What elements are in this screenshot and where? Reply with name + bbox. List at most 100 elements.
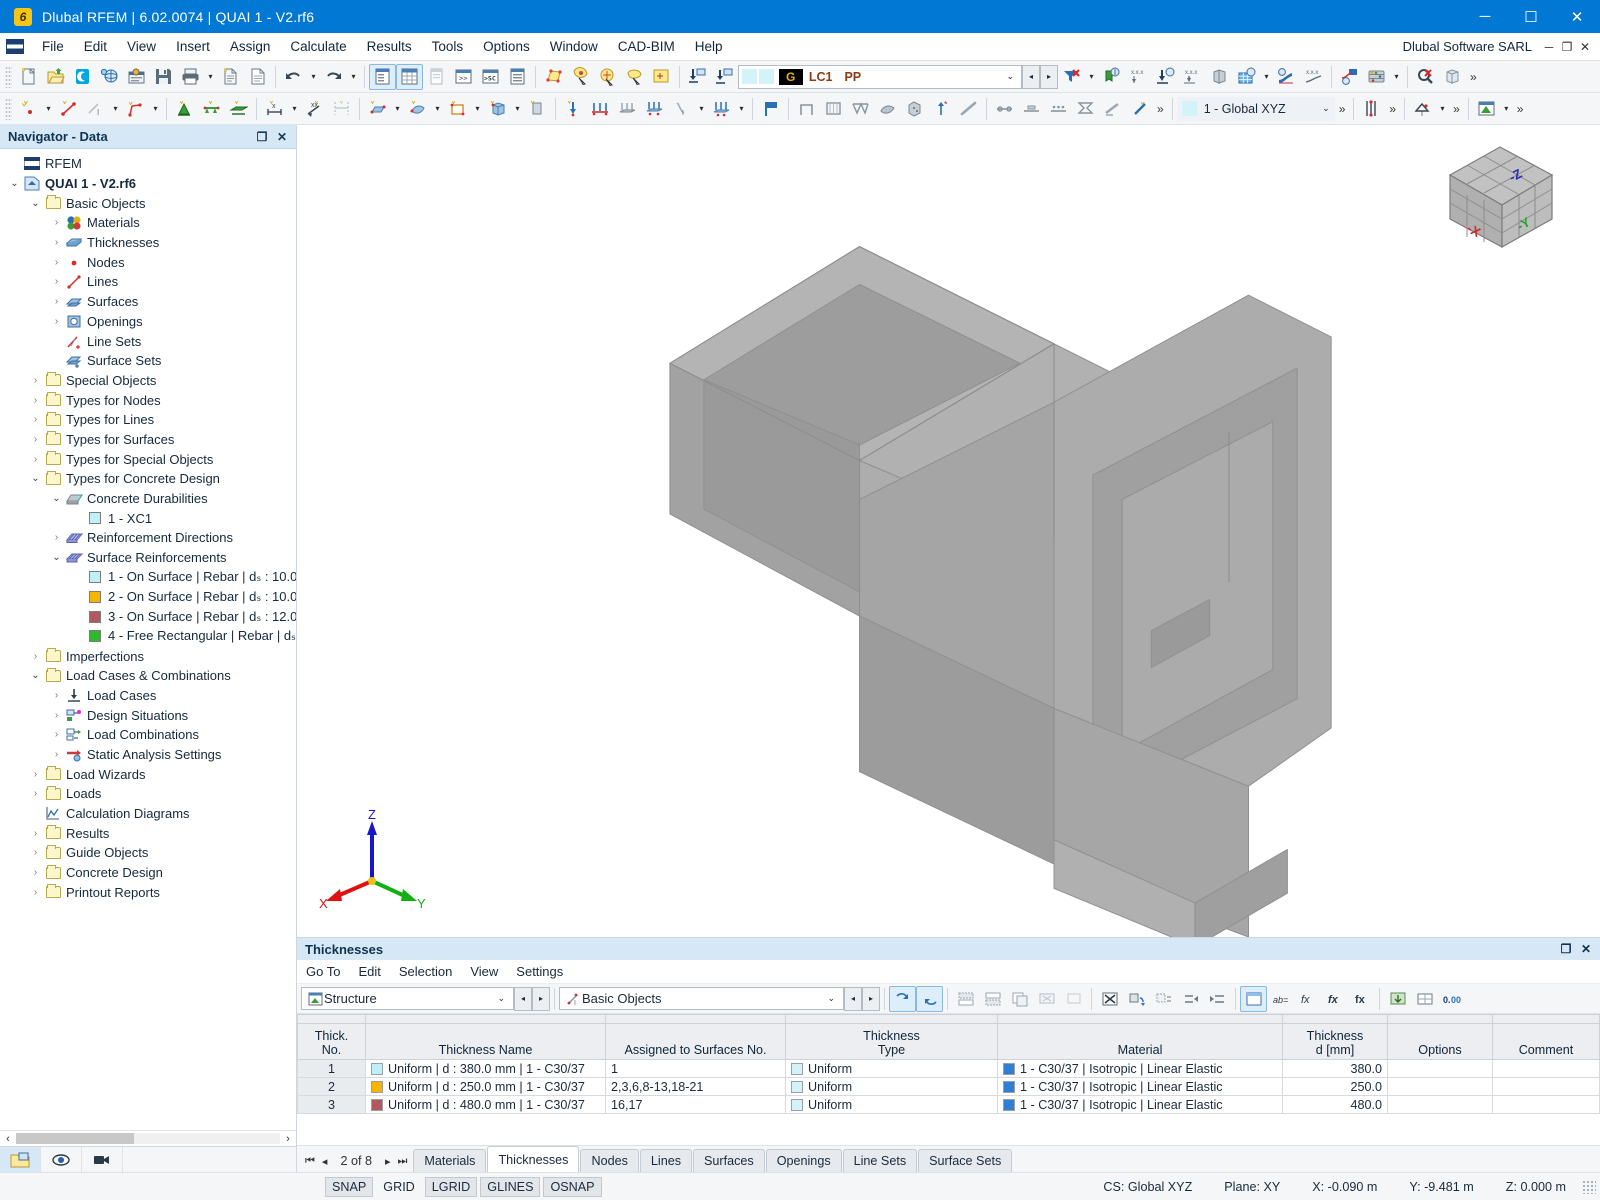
navigator-tree[interactable]: RFEM⌄QUAI 1 - V2.rf6⌄Basic Objects›Mater… [0,149,296,1130]
toolbar2-overflow-chevron-5[interactable]: » [1513,102,1528,116]
chevron-right-icon[interactable]: › [28,395,43,406]
member-eccentricity-button[interactable] [1018,96,1045,122]
export-table-button[interactable] [1384,986,1411,1012]
pager-last-button[interactable]: ⏭ [397,1155,407,1168]
load-case-combo[interactable]: G LC1 PP ⌄ [738,65,1022,89]
navigator-scroll-thumb[interactable] [16,1133,134,1144]
snap-toggle-group[interactable]: SNAPGRIDLGRIDGLINESOSNAP [297,1177,602,1197]
filter-dropdown-caret[interactable]: ▾ [1085,72,1098,81]
table-panel-undock-button[interactable]: ❐ [1556,942,1576,956]
menu-item-help[interactable]: Help [685,35,733,58]
show-navigator-button[interactable] [369,64,396,90]
new-solid-button[interactable] [484,96,511,122]
menu-item-window[interactable]: Window [540,35,608,58]
show-info-panel-button[interactable] [423,64,450,90]
tree-item-static-analysis-settings[interactable]: ›Static Analysis Settings [0,745,296,765]
chevron-right-icon[interactable]: › [28,651,43,662]
new-surface-button[interactable] [364,96,391,122]
new-line-type-caret[interactable]: ▾ [109,104,122,113]
window-close-button[interactable]: ✕ [1554,0,1600,33]
toolbar2-overflow-chevron[interactable]: » [1153,102,1168,116]
structure-prev-button[interactable]: ◂ [514,987,532,1011]
cell-thickness-type[interactable]: Uniform [786,1096,998,1114]
sheet-tab-surface-sets[interactable]: Surface Sets [918,1149,1012,1172]
chevron-down-icon[interactable]: ⌄ [1322,103,1330,114]
show-deformation-button[interactable] [1273,64,1300,90]
new-opening-caret[interactable]: ▾ [471,104,484,113]
cloud-connect-button[interactable] [69,64,96,90]
tree-item-rfem[interactable]: RFEM [0,154,296,174]
formula-fx-button[interactable]: fx [1294,986,1321,1012]
menu-item-view[interactable]: View [117,35,166,58]
load-wizard-caret[interactable]: ▾ [695,104,708,113]
mdi-minimize-button[interactable]: ─ [1540,40,1558,54]
snap-toggle-osnap[interactable]: OSNAP [543,1177,601,1197]
member-division-button[interactable] [1045,96,1072,122]
resize-grip-icon[interactable] [1582,1180,1596,1194]
load-wizard-button[interactable]: I [668,96,695,122]
new-surface-caret[interactable]: ▾ [391,104,404,113]
surface-load-button[interactable] [614,96,641,122]
scroll-left-arrow-icon[interactable]: ‹ [0,1133,16,1145]
dimension-linear-button[interactable]: x [261,96,288,122]
select-circular-button[interactable] [594,64,621,90]
render-solid-button[interactable] [1206,64,1233,90]
menu-item-results[interactable]: Results [357,35,422,58]
wall-generator-button[interactable] [820,96,847,122]
mdi-close-button[interactable]: ✕ [1576,40,1594,54]
chevron-right-icon[interactable]: › [49,690,64,701]
snap-toggle-glines[interactable]: GLINES [480,1177,540,1197]
chevron-right-icon[interactable]: › [28,847,43,858]
navigator-tab-data[interactable] [0,1147,41,1173]
new-solid-caret[interactable]: ▾ [511,104,524,113]
snap-toggle-snap[interactable]: SNAP [325,1177,373,1197]
chevron-right-icon[interactable]: › [28,414,43,425]
calculation-button[interactable] [1363,64,1390,90]
cell-options[interactable] [1388,1078,1493,1096]
chevron-down-icon[interactable]: ⌄ [49,493,64,504]
pager-first-button[interactable]: ⏮ [305,1155,315,1168]
thicknesses-table-body[interactable]: 1Uniform | d : 380.0 mm | 1 - C30/371Uni… [298,1060,1600,1114]
formula-fx3-button[interactable]: fx [1348,986,1375,1012]
chevron-right-icon[interactable]: › [28,887,43,898]
rename-button[interactable]: ab= [1267,986,1294,1012]
chevron-right-icon[interactable]: › [49,257,64,268]
tree-item-load-combinations[interactable]: ›Load Combinations [0,725,296,745]
tree-item-load-cases-combinations[interactable]: ⌄Load Cases & Combinations [0,666,296,686]
chevron-right-icon[interactable]: › [28,454,43,465]
column-header-thickness-d-mm[interactable]: Thicknessd [mm] [1283,1024,1388,1060]
cell-thickness-name[interactable]: Uniform | d : 380.0 mm | 1 - C30/37 [366,1060,606,1078]
table-menu-selection[interactable]: Selection [390,961,461,982]
tree-item-types-for-lines[interactable]: ›Types for Lines [0,410,296,430]
sheet-tab-openings[interactable]: Openings [766,1149,842,1172]
tree-item-calculation-diagrams[interactable]: Calculation Diagrams [0,804,296,824]
sheet-tab-materials[interactable]: Materials [413,1149,486,1172]
select-by-window-button[interactable] [567,64,594,90]
zoom-reset-button[interactable] [1412,64,1439,90]
chevron-down-icon[interactable]: ⌄ [7,178,22,189]
new-report-button[interactable] [217,64,244,90]
delete-selection-button[interactable] [1096,986,1123,1012]
navigator-undock-button[interactable]: ❐ [252,130,272,144]
sheet-tab-nodes[interactable]: Nodes [580,1149,638,1172]
cell-thickness-name[interactable]: Uniform | d : 250.0 mm | 1 - C30/37 [366,1078,606,1096]
window-maximize-button[interactable]: ☐ [1508,0,1554,33]
cell-assigned-surfaces[interactable]: 1 [606,1060,786,1078]
script-console-button[interactable]: >SC [477,64,504,90]
cell-thickness-no[interactable]: 3 [298,1096,366,1114]
tree-item-types-for-surfaces[interactable]: ›Types for Surfaces [0,430,296,450]
show-tables-button[interactable] [396,64,423,90]
load-case-show-button[interactable] [684,64,711,90]
tree-item-types-for-concrete-design[interactable]: ⌄Types for Concrete Design [0,469,296,489]
cell-options[interactable] [1388,1060,1493,1078]
tree-item-line-sets[interactable]: Line Sets [0,331,296,351]
sync-view-button[interactable] [916,986,943,1012]
chevron-right-icon[interactable]: › [49,749,64,760]
tree-item-concrete-design[interactable]: ›Concrete Design [0,863,296,883]
tree-item-reinforcement-directions[interactable]: ›Reinforcement Directions [0,528,296,548]
extrude-button[interactable] [928,96,955,122]
tree-item-1-on-surface-rebar-d-10-0[interactable]: 1 - On Surface | Rebar | dₛ : 10.0 … [0,567,296,587]
solid-generator-button[interactable] [901,96,928,122]
calculation-dropdown-caret[interactable]: ▾ [1390,72,1403,81]
imposed-load-button[interactable] [708,96,735,122]
